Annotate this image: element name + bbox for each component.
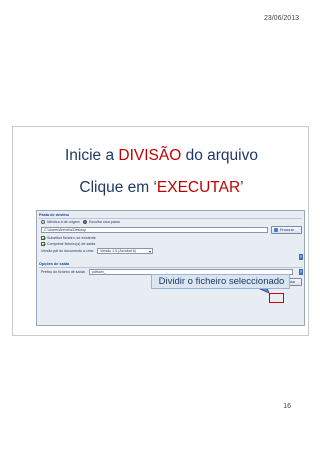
slide: Inicie a DIVISÃO do arquivo Clique em ‘E… [12,126,309,336]
section-divider [39,218,302,219]
destination-path-input[interactable]: C:\Users\Ahmelia\Desktop [41,227,268,233]
slide-title-line-1: Inicie a DIVISÃO do arquivo [64,147,258,164]
radio-same-folder[interactable]: Idêntica à de origem [41,220,80,224]
checkbox-compress-output[interactable]: Comprimir ficheiro(s) de saída [41,242,95,246]
section-heading-destino: Pasta de destino [39,213,70,217]
checkbox-icon [41,236,45,240]
browse-button[interactable]: Procurar [271,226,302,234]
radio-choose-folder[interactable]: Escolha uma pasta [83,220,120,224]
checkbox-icon [41,242,45,246]
pdf-version-select[interactable]: Versão 1.5 (Acrobat 6) [97,248,153,254]
page-number: 16 [283,403,291,410]
caption-text: Dividir o ficheiro seleccionado [158,276,285,287]
pdf-version-label: Versão pdf do documento a criar: [41,249,94,253]
section-divider [39,267,302,268]
section-heading-saida: Opções de saída [39,262,70,266]
execute-highlight [269,293,284,303]
checkbox-replace-file[interactable]: Substituir ficheiro, se existente [41,236,96,240]
folder-icon [274,228,278,232]
help-icon[interactable]: ? [299,269,303,275]
radio-icon [41,220,45,224]
output-prefix-label: Prefixo do ficheiro de saída: [41,270,86,274]
radio-icon [83,220,87,224]
help-icon[interactable]: ? [299,254,303,260]
caption-box: Dividir o ficheiro seleccionado [151,274,290,289]
slide-title-line-2: Clique em ‘EXECUTAR’ [79,179,244,196]
page-date: 23/06/2013 [263,15,299,22]
split-options-dialog: Pasta de destino Idêntica à de origem Es… [36,210,305,326]
